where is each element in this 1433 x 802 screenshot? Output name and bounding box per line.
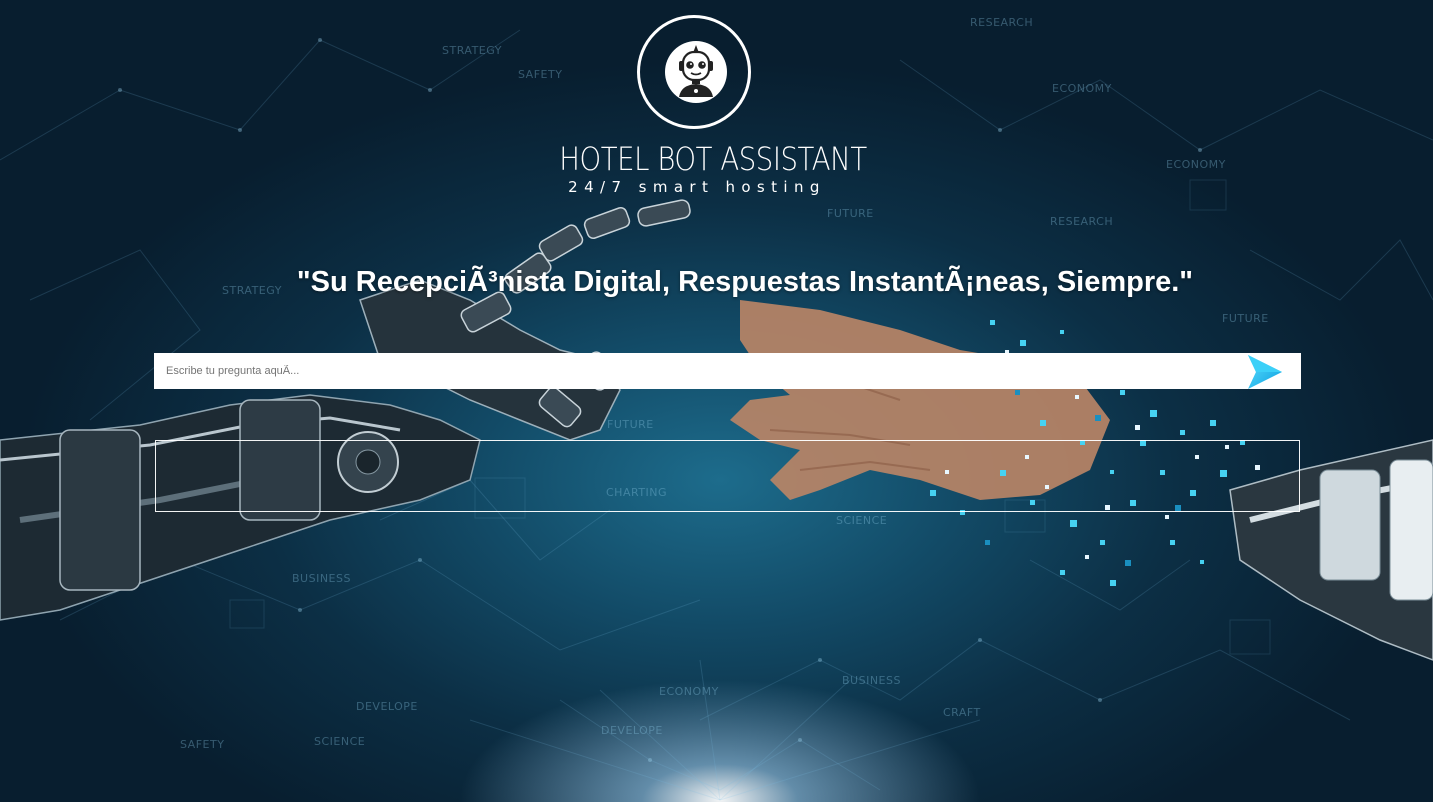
bg-word: ECONOMY [1052, 82, 1112, 95]
bg-word: STRATEGY [442, 44, 502, 57]
question-bar [154, 353, 1301, 389]
bg-word: CRAFT [943, 706, 981, 719]
bg-word: FUTURE [827, 207, 874, 220]
question-input[interactable] [154, 353, 1239, 389]
bg-word: FUTURE [1222, 312, 1269, 325]
bg-word: SAFETY [518, 68, 563, 81]
bg-word: ECONOMY [659, 685, 719, 698]
bg-word: BUSINESS [292, 572, 351, 585]
bg-word: SCIENCE [314, 735, 366, 748]
bg-word: DEVELOPE [601, 724, 663, 737]
bg-word: SCIENCE [836, 514, 888, 527]
brand-tagline: 24/7 smart hosting [568, 178, 826, 196]
brand-title: HOTEL BOT ASSISTANT [559, 140, 867, 178]
page: STRATEGY SAFETY ECONOMY BUSINESS FUTURE … [0, 0, 1433, 802]
bg-word: RESEARCH [1050, 215, 1114, 228]
brand-logo [637, 15, 751, 129]
response-area [155, 440, 1300, 512]
bg-word: SAFETY [180, 738, 225, 751]
bg-word: BUSINESS [842, 674, 901, 687]
bg-word: RESEARCH [970, 16, 1034, 29]
send-arrow-icon [1248, 355, 1282, 389]
bg-word: ECONOMY [1166, 158, 1226, 171]
bg-word: FUTURE [607, 418, 654, 431]
send-button[interactable] [1243, 353, 1289, 389]
bg-word: DEVELOPE [356, 700, 418, 713]
page-headline: "Su RecepciÃ³nista Digital, Respuestas I… [296, 266, 1194, 298]
robot-icon [665, 41, 727, 103]
